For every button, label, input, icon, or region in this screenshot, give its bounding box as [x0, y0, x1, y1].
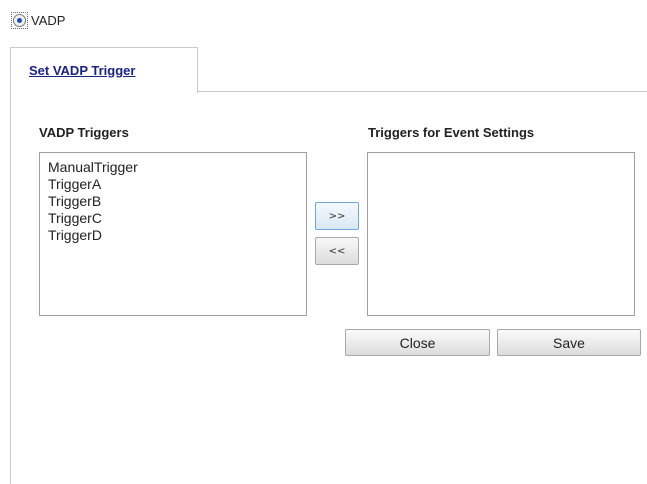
- list-item[interactable]: TriggerA: [48, 176, 306, 193]
- vadp-radio[interactable]: [11, 11, 28, 29]
- list-item[interactable]: ManualTrigger: [48, 159, 306, 176]
- radio-selected-dot: [17, 17, 22, 23]
- event-triggers-listbox[interactable]: [367, 152, 635, 316]
- panel-left-border: [10, 92, 11, 484]
- tab-label[interactable]: Set VADP Trigger: [29, 63, 135, 78]
- add-trigger-button[interactable]: >>: [315, 202, 359, 230]
- list-item[interactable]: TriggerC: [48, 210, 306, 227]
- vadp-radio-label[interactable]: VADP: [31, 13, 65, 28]
- close-button[interactable]: Close: [345, 329, 490, 356]
- list-item[interactable]: TriggerD: [48, 227, 306, 244]
- tab-set-vadp-trigger[interactable]: Set VADP Trigger: [10, 47, 198, 93]
- radio-button-icon[interactable]: [13, 13, 26, 27]
- vadp-triggers-heading: VADP Triggers: [39, 125, 129, 140]
- vadp-radio-row[interactable]: VADP: [11, 11, 65, 29]
- panel-top-border: [196, 91, 647, 92]
- list-item[interactable]: TriggerB: [48, 193, 306, 210]
- save-button[interactable]: Save: [497, 329, 641, 356]
- vadp-triggers-listbox[interactable]: ManualTrigger TriggerA TriggerB TriggerC…: [39, 152, 307, 316]
- event-triggers-heading: Triggers for Event Settings: [368, 125, 535, 140]
- remove-trigger-button[interactable]: <<: [315, 237, 359, 265]
